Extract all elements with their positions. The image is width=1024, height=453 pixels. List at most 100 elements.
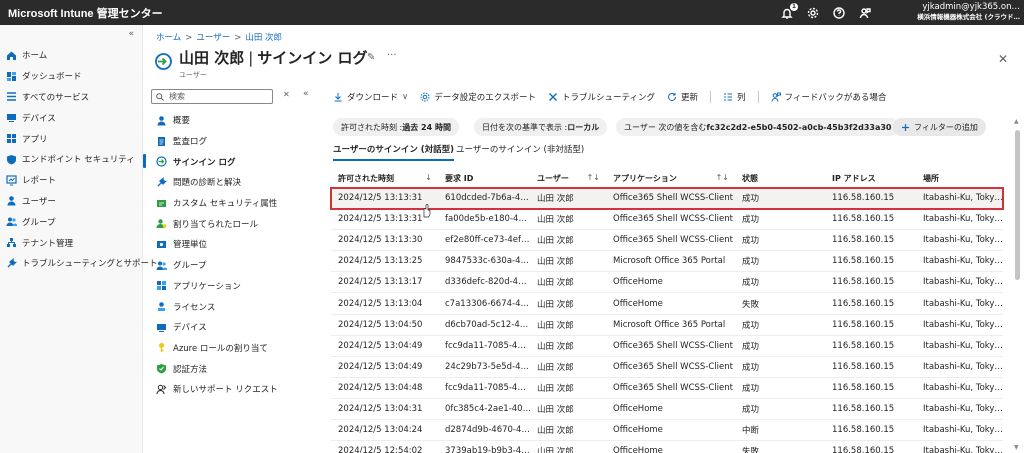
attribute-icon bbox=[156, 198, 167, 209]
cell-application: Office365 Shell WCSS-Client bbox=[613, 235, 733, 246]
menu-search-input[interactable]: 検索 bbox=[151, 89, 273, 104]
breadcrumb: ホーム > ユーザー > 山田 次郎 bbox=[156, 31, 282, 43]
cell-request-id: 9847533c-630a-4… bbox=[445, 256, 530, 267]
sidebar-item-devices[interactable]: デバイス bbox=[0, 107, 143, 128]
column-header-request-id[interactable]: 要求 ID bbox=[438, 173, 530, 184]
app-title[interactable]: Microsoft Intune 管理センター bbox=[0, 5, 163, 21]
cell-location: Itabashi-Ku, Toky… bbox=[923, 446, 1003, 453]
column-header-user[interactable]: ユーザー ↑↓ bbox=[530, 173, 606, 184]
sidebar-item-dashboard[interactable]: ダッシュボード bbox=[0, 66, 143, 87]
vertical-scrollbar[interactable]: ▲ ▼ bbox=[1014, 118, 1022, 453]
column-header-status[interactable]: 状態 bbox=[735, 173, 825, 184]
sidebar-item-all-services[interactable]: すべてのサービス bbox=[0, 87, 143, 108]
table-row[interactable]: 2024/12/5 13:04:49 fcc9da11-7085-4… 山田 次郎 O… bbox=[331, 336, 1003, 357]
menu-item-signin-logs[interactable]: サインイン ログ bbox=[143, 151, 323, 173]
feedback-label: フィードバックがある場合 bbox=[784, 93, 887, 103]
cell-application: OfficeHome bbox=[613, 425, 663, 436]
table-row[interactable]: 2024/12/5 13:13:31 fa00de5b-e180-4… 山田 次郎 O… bbox=[331, 209, 1003, 231]
filter-pill-time[interactable]: 許可された時刻 : 過去 24 時間 bbox=[333, 118, 459, 136]
menu-item-assigned-roles[interactable]: 割り当てられたロール bbox=[143, 213, 323, 234]
cell-request-id: d6cb70ad-5c12-4… bbox=[445, 319, 529, 330]
breadcrumb-home[interactable]: ホーム bbox=[156, 33, 181, 43]
role-icon bbox=[156, 218, 167, 229]
table-row[interactable]: 2024/12/5 13:13:30 ef2e80ff-ce73-4ef… 山田 次… bbox=[331, 230, 1003, 252]
menu-item-custom-security-attributes[interactable]: カスタム セキュリティ属性 bbox=[143, 193, 323, 214]
table-row[interactable]: 2024/12/5 13:04:24 d2874d9b-4670-4… 山田 次郎 O… bbox=[331, 420, 1003, 442]
filter-pill-user[interactable]: ユーザー 次の値を含む fc32c2d2-e5b0-4502-a0cb-45b3… bbox=[616, 118, 900, 136]
column-header-time[interactable]: 許可された時刻 ↓ bbox=[331, 173, 438, 184]
sort-desc-icon[interactable]: ↓ bbox=[425, 173, 432, 184]
sidebar-item-troubleshooting[interactable]: トラブルシューティングとサポート bbox=[0, 253, 158, 274]
troubleshoot-button[interactable]: トラブルシューティング bbox=[548, 91, 655, 103]
sidebar-item-home[interactable]: ホーム bbox=[0, 45, 143, 66]
sidebar-item-reports[interactable]: レポート bbox=[0, 170, 143, 191]
sidebar-item-apps[interactable]: アプリ bbox=[0, 128, 143, 149]
table-row[interactable]: 2024/12/5 13:13:17 d336defc-820d-4… 山田 次郎 O… bbox=[331, 272, 1003, 294]
cell-request-id: 0fc385c4-2ae1-40… bbox=[445, 403, 530, 414]
menu-item-licenses[interactable]: ライセンス bbox=[143, 296, 323, 317]
sidebar-item-users[interactable]: ユーザー bbox=[0, 191, 143, 212]
cell-location: Itabashi-Ku, Toky… bbox=[923, 193, 1003, 204]
menu-item-auth-methods[interactable]: 認証方法 bbox=[143, 358, 323, 379]
column-header-label: IP アドレス bbox=[832, 174, 876, 183]
menu-collapse-button[interactable]: « bbox=[303, 89, 309, 99]
table-row[interactable]: 2024/12/5 13:04:50 d6cb70ad-5c12-4… 山田 次郎 M… bbox=[331, 315, 1003, 336]
menu-item-azure-role-assignments[interactable]: Azure ロールの割り当て bbox=[143, 338, 323, 359]
sidebar-item-endpoint-security[interactable]: エンドポイント セキュリティ bbox=[0, 149, 143, 170]
feedback-button[interactable]: フィードバックがある場合 bbox=[771, 91, 887, 103]
cell-location: Itabashi-Ku, Toky… bbox=[923, 382, 1003, 393]
table-row[interactable]: 2024/12/5 12:54:02 3739ab19-b9b3-4… 山田 次郎 O… bbox=[331, 441, 1003, 453]
breadcrumb-users[interactable]: ユーザー bbox=[196, 33, 230, 43]
filter-user-label: ユーザー 次の値を含む bbox=[624, 122, 707, 132]
sidebar-item-label: ホーム bbox=[22, 51, 48, 62]
sidebar-collapse-button[interactable]: « bbox=[128, 29, 134, 39]
notifications-button[interactable]: 1 bbox=[780, 2, 798, 20]
scroll-up-icon[interactable]: ▲ bbox=[1014, 118, 1019, 125]
tab-interactive-signins[interactable]: ユーザーのサインイン (対話型) bbox=[333, 143, 455, 161]
filter-pill-date[interactable]: 日付を次の基準で表示 : ローカル bbox=[474, 118, 608, 136]
sort-icon[interactable]: ↑↓ bbox=[587, 173, 600, 184]
table-row[interactable]: 2024/12/5 13:13:25 9847533c-630a-4… 山田 次郎 M… bbox=[331, 251, 1003, 273]
sidebar-item-groups[interactable]: グループ bbox=[0, 211, 143, 232]
menu-item-applications[interactable]: アプリケーション bbox=[143, 276, 323, 297]
cell-user: 山田 次郎 bbox=[537, 278, 574, 289]
sidebar-item-tenant-admin[interactable]: テナント管理 bbox=[0, 232, 143, 253]
more-options-icon[interactable]: ··· bbox=[387, 50, 397, 61]
column-header-application[interactable]: アプリケーション ↑↓ bbox=[606, 173, 735, 184]
export-settings-button[interactable]: データ設定のエクスポート bbox=[420, 91, 536, 103]
clear-search-icon[interactable]: ✕ bbox=[283, 90, 290, 99]
table-row[interactable]: 2024/12/5 13:13:04 c7a13306-6674-4… 山田 次郎 O… bbox=[331, 293, 1003, 315]
menu-item-groups[interactable]: グループ bbox=[143, 255, 323, 276]
menu-item-overview[interactable]: 概要 bbox=[143, 110, 323, 131]
cell-status: 成功 bbox=[742, 362, 760, 373]
column-header-ip[interactable]: IP アドレス bbox=[825, 173, 916, 184]
support-icon bbox=[156, 384, 167, 395]
menu-item-devices[interactable]: デバイス bbox=[143, 317, 323, 338]
download-button[interactable]: ダウンロード ∨ bbox=[333, 91, 408, 103]
menu-item-audit-logs[interactable]: 監査ログ bbox=[143, 131, 323, 152]
breadcrumb-user[interactable]: 山田 次郎 bbox=[245, 33, 282, 43]
add-filter-button[interactable]: フィルターの追加 bbox=[893, 118, 986, 136]
columns-button[interactable]: 列 bbox=[723, 91, 746, 103]
column-header-location[interactable]: 場所 bbox=[916, 173, 1003, 184]
table-row[interactable]: 2024/12/5 13:04:49 24c29b73-5e5d-4… 山田 次郎 O… bbox=[331, 357, 1003, 378]
table-row[interactable]: 2024/12/5 13:04:31 0fc385c4-2ae1-40… 山田 次郎… bbox=[331, 399, 1003, 421]
menu-item-new-support-request[interactable]: 新しいサポート リクエスト bbox=[143, 379, 323, 400]
feedback-button[interactable] bbox=[858, 6, 872, 20]
tab-noninteractive-signins[interactable]: ユーザーのサインイン (非対話型) bbox=[456, 143, 584, 159]
account-menu[interactable]: yjkadmin@yjk365.on… 横浜情報機器株式会社 (クラウド… bbox=[875, 2, 1020, 22]
settings-button[interactable] bbox=[806, 6, 820, 20]
menu-item-diagnose[interactable]: 問題の診断と解決 bbox=[143, 172, 323, 193]
scroll-down-icon[interactable]: ▼ bbox=[1014, 444, 1019, 451]
menu-item-admin-units[interactable]: 管理単位 bbox=[143, 234, 323, 255]
table-row[interactable]: 2024/12/5 13:13:31 610dcded-7b6a-4… 山田 次郎 O… bbox=[330, 186, 1004, 211]
refresh-button[interactable]: 更新 bbox=[667, 91, 698, 103]
close-icon[interactable]: ✕ bbox=[998, 52, 1008, 66]
sort-icon[interactable]: ↑↓ bbox=[716, 173, 729, 184]
cell-time: 2024/12/5 13:04:48 bbox=[338, 382, 423, 393]
table-row[interactable]: 2024/12/5 13:04:48 fcc9da11-7085-4… 山田 次郎 O… bbox=[331, 378, 1003, 399]
account-org: 横浜情報機器株式会社 (クラウド… bbox=[917, 13, 1020, 21]
help-button[interactable] bbox=[832, 6, 846, 20]
pin-icon[interactable]: ✎ bbox=[367, 52, 375, 63]
scrollbar-thumb[interactable] bbox=[1015, 130, 1020, 280]
